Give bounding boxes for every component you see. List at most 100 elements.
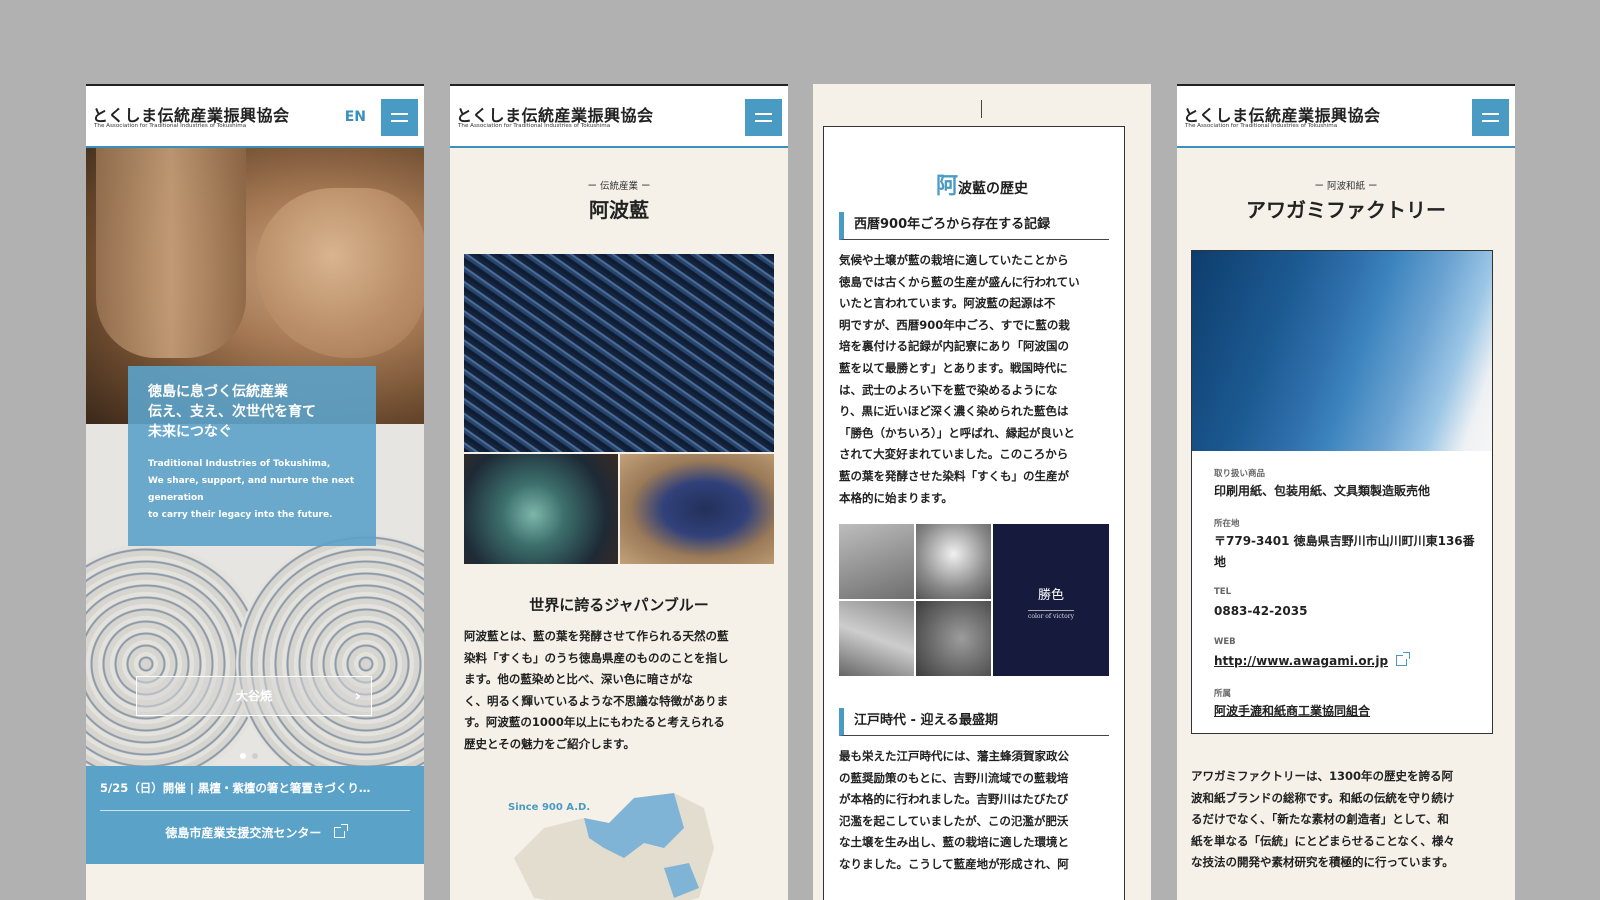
- section-kicker: ー 阿波和紙 ー: [1314, 181, 1378, 192]
- text-line: 紙を単なる「伝統」にとどまらせることなく、様々: [1191, 833, 1455, 848]
- site-header: とくしま伝統産業振興協会 The Association for Traditi…: [86, 84, 424, 148]
- map-label: Since 900 A.D.: [508, 802, 591, 813]
- carousel-dot[interactable]: [252, 753, 258, 759]
- logo-subtitle: The Association for Traditional Industri…: [458, 123, 611, 129]
- field-label: 所属: [1214, 689, 1232, 699]
- website-link[interactable]: http://www.awagami.or.jp: [1214, 651, 1476, 672]
- hero-ja-line: 未来につなぐ: [148, 424, 232, 440]
- hamburger-menu-icon[interactable]: [381, 99, 418, 136]
- text-line: 歴史とその魅力をご紹介します。: [464, 736, 636, 751]
- indigo-dyeing-image: [464, 454, 618, 564]
- hero-ja-line: 徳島に息づく伝統産業: [148, 384, 288, 400]
- phone-value[interactable]: 0883-42-2035: [1214, 601, 1476, 622]
- text-line: 気候や土壌が藍の栽培に適していたことから: [839, 253, 1069, 267]
- history-photo: [916, 524, 991, 599]
- news-bar: 5/25（日）開催 | 黒檀・紫檀の箸と箸置きづくり… 徳島市産業支援交流センタ…: [86, 766, 424, 864]
- field-label: TEL: [1214, 587, 1232, 597]
- hamburger-menu-icon[interactable]: [1472, 99, 1509, 136]
- text-line: の藍奨励策のもとに、吉野川流域での藍栽培: [839, 770, 1069, 785]
- history-photo: [839, 524, 914, 599]
- logo-subtitle: The Association for Traditional Industri…: [94, 123, 247, 129]
- clay-pot-shape: [96, 148, 246, 358]
- text-line: いたと言われています。阿波藍の起源は不: [839, 296, 1056, 311]
- indigo-yarn-image: [464, 254, 774, 452]
- text-line: す。阿波藍の1000年以上にもわたると考えられる: [464, 715, 725, 730]
- text-line: な土壌を生み出し、藍の栽培に適した環境と: [839, 835, 1069, 850]
- site-header: とくしま伝統産業振興協会 The Association for Traditi…: [1177, 84, 1515, 148]
- text-line: 氾濫を起こしていましたが、この氾濫が肥沃: [839, 813, 1069, 828]
- divider: [100, 810, 410, 811]
- association-link[interactable]: 阿波手漉和紙商工業協同組合: [1214, 701, 1476, 722]
- hero-en-line: Traditional Industries of Tokushima,: [148, 459, 331, 469]
- text-line: 徳島では古くから藍の生産が盛んに行われてい: [839, 274, 1080, 289]
- website-url[interactable]: http://www.awagami.or.jp: [1214, 654, 1388, 668]
- kachiiro-panel: 勝色 color of victory: [993, 524, 1109, 676]
- text-line: 波和紙ブランドの総称です。和紙の伝統を守り続け: [1191, 790, 1455, 805]
- page-title: アワガミファクトリー: [1246, 198, 1446, 222]
- hamburger-menu-icon[interactable]: [745, 99, 782, 136]
- history-heading: 西暦900年ごろから存在する記録: [839, 212, 1109, 240]
- chevron-right-icon: ›: [354, 686, 361, 705]
- section-subheading: 世界に誇るジャパンブルー: [529, 596, 709, 614]
- field-label: 所在地: [1214, 519, 1240, 529]
- history-title-initial: 阿: [935, 174, 958, 199]
- address-value: 〒779-3401 徳島県吉野川市山川町川東136番地: [1214, 534, 1475, 569]
- field-label: WEB: [1214, 637, 1236, 647]
- section-kicker: ー 伝統産業 ー: [587, 181, 651, 192]
- history-title: 阿波藍の歴史: [813, 168, 1151, 200]
- language-toggle[interactable]: EN: [345, 109, 366, 125]
- history-text: 最も栄えた江戸時代には、藩主蜂須賀家政公 の藍奨励策のもとに、吉野川流域での藍栽…: [839, 746, 1121, 876]
- history-heading: 江戸時代 - 迎える最盛期: [839, 708, 1109, 736]
- page-title: 阿波藍: [589, 198, 649, 222]
- hero-en-line: to carry their legacy into the future.: [148, 510, 333, 520]
- logo-subtitle: The Association for Traditional Industri…: [1185, 123, 1338, 129]
- text-line: アワガミファクトリーは、1300年の歴史を誇る阿: [1191, 769, 1454, 783]
- carousel-dots: [240, 744, 264, 763]
- carousel-dot[interactable]: [240, 753, 246, 759]
- washi-paper-image: [1192, 251, 1492, 451]
- history-photo: [839, 601, 914, 676]
- history-photo-grid: 勝色 color of victory: [839, 524, 1109, 676]
- text-line: るだけでなく、「新たな素材の創造者」として、和: [1191, 812, 1449, 827]
- plate-right: [236, 534, 424, 794]
- company-description: アワガミファクトリーは、1300年の歴史を誇る阿 波和紙ブランドの総称です。和紙…: [1191, 766, 1511, 874]
- hero-ja-line: 伝え、支え、次世代を育て: [148, 404, 316, 420]
- text-line: なりました。こうして藍産地が形成され、阿: [839, 856, 1069, 871]
- text-line: 培を裏付ける記録が内記寮にあり「阿波国の: [839, 339, 1069, 354]
- potter-hand-shape: [256, 188, 424, 358]
- hero-en-line: generation: [148, 493, 204, 503]
- sukumo-image: [620, 454, 774, 564]
- slide-link-label: 大谷焼: [235, 689, 272, 703]
- history-photo: [916, 601, 991, 676]
- field-label: 取り扱い商品: [1214, 469, 1266, 479]
- kachiiro-label: 勝色: [1037, 588, 1064, 603]
- text-line: 阿波藍とは、藍の葉を発酵させて作られる天然の藍: [464, 629, 729, 643]
- text-line: り、黒に近いほど深く濃く染められた藍色は: [839, 404, 1069, 419]
- text-line: は、武士のよろい下を藍で染めるようにな: [839, 382, 1058, 397]
- text-line: が本格的に行われました。吉野川はたびたび: [839, 792, 1069, 807]
- slide-link-button[interactable]: 大谷焼 ›: [136, 676, 372, 716]
- text-line: 明ですが、西暦900年中ごろ、すでに藍の栽: [839, 317, 1070, 332]
- hero-message-ja: 徳島に息づく伝統産業 伝え、支え、次世代を育て 未来につなぐ: [148, 382, 356, 442]
- screen-home: とくしま伝統産業振興協会 The Association for Traditi…: [86, 84, 424, 900]
- text-line: 染料「すくも」のうち徳島県産のもののことを指し: [464, 650, 729, 665]
- divider: [981, 100, 982, 118]
- screen-awa-ai: とくしま伝統産業振興協会 The Association for Traditi…: [450, 84, 788, 900]
- news-external-link[interactable]: 徳島市産業支援交流センター: [86, 824, 424, 841]
- text-line: 「勝色（かちいろ）」と呼ばれ、縁起が良いと: [839, 425, 1075, 440]
- hero-message-en: Traditional Industries of Tokushima, We …: [148, 456, 356, 524]
- text-line: 本格的に始まります。: [839, 490, 953, 505]
- screen-history: 阿波藍の歴史 西暦900年ごろから存在する記録 気候や土壌が藍の栽培に適していた…: [813, 84, 1151, 900]
- field-value: 印刷用紙、包装用紙、文具類製造販売他: [1214, 484, 1431, 498]
- external-link-icon: [1396, 652, 1411, 666]
- site-header: とくしま伝統産業振興協会 The Association for Traditi…: [450, 84, 788, 148]
- news-link-label: 徳島市産業支援交流センター: [165, 826, 322, 840]
- news-item[interactable]: 5/25（日）開催 | 黒檀・紫檀の箸と箸置きづくり…: [100, 780, 370, 796]
- text-line: ます。他の藍染めと比べ、深い色に暗さがな: [464, 672, 693, 687]
- kachiiro-caption: color of victory: [1028, 610, 1074, 620]
- text-line: な技法の開発や素材研究を積極的に行っています。: [1191, 855, 1454, 870]
- history-text: 気候や土壌が藍の栽培に適していたことから 徳島では古くから藍の生産が盛んに行われ…: [839, 250, 1121, 509]
- external-link-icon: [333, 824, 348, 838]
- screen-company: とくしま伝統産業振興協会 The Association for Traditi…: [1177, 84, 1515, 900]
- text-line: く、明るく輝いているような不思議な特徴がありま: [464, 693, 729, 708]
